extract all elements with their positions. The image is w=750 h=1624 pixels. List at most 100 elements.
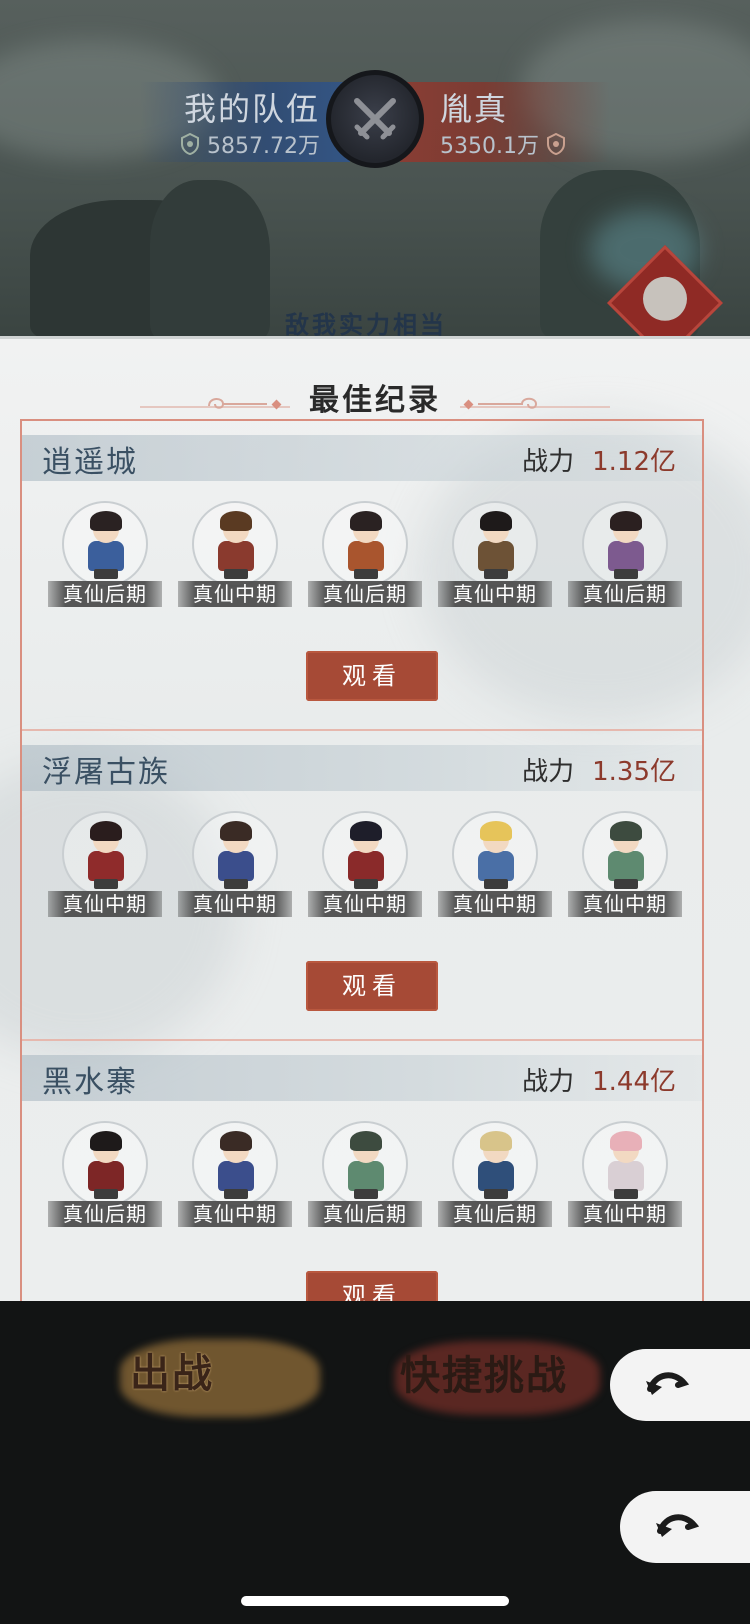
record-opponent-name: 黑水寨 xyxy=(42,1065,138,1100)
hero-rank: 真仙中期 xyxy=(178,891,292,917)
back-arrow-icon xyxy=(646,1372,690,1395)
hero-hair xyxy=(480,511,512,531)
record-power: 战力 1.44亿 xyxy=(522,1061,676,1098)
home-indicator[interactable] xyxy=(241,1596,509,1606)
power-label: 战力 xyxy=(522,757,575,787)
hero-hair xyxy=(220,511,252,531)
hero-slot[interactable]: 真仙后期 xyxy=(434,1121,554,1231)
hero-body xyxy=(348,1161,384,1191)
enemy-team-power: 5350.1万 xyxy=(440,128,565,160)
best-records-dialog: 最佳纪录 逍遥城 战力 1.12亿 真仙后期 真仙中期 真仙后期 真仙中期 真仙… xyxy=(0,336,750,1304)
hero-rank: 真仙后期 xyxy=(308,1201,422,1227)
hero-avatar xyxy=(582,811,668,897)
crossed-swords-icon xyxy=(354,98,396,140)
hero-hair xyxy=(220,821,252,841)
hero-body xyxy=(608,851,644,881)
back-button-secondary[interactable] xyxy=(620,1491,750,1563)
hero-rank: 真仙中期 xyxy=(308,891,422,917)
watch-replay-button[interactable]: 观看 xyxy=(306,961,438,1011)
hero-slot[interactable]: 真仙中期 xyxy=(564,811,684,921)
hero-legs xyxy=(354,569,378,579)
hero-hair xyxy=(350,511,382,531)
hero-avatar xyxy=(452,811,538,897)
power-value: 1.35亿 xyxy=(592,757,676,787)
hero-avatar xyxy=(322,1121,408,1207)
hero-lineup: 真仙后期 真仙中期 xyxy=(22,501,702,611)
hero-rank: 真仙后期 xyxy=(438,1201,552,1227)
hero-body xyxy=(88,851,124,881)
records-list[interactable]: 逍遥城 战力 1.12亿 真仙后期 真仙中期 真仙后期 真仙中期 真仙后期 观看… xyxy=(20,419,704,1303)
hero-rank: 真仙中期 xyxy=(178,581,292,607)
versus-bar: 我的队伍 5857.72万 胤真 5350.1万 xyxy=(140,70,610,170)
dialog-header: 最佳纪录 xyxy=(0,357,750,418)
dialog-title: 最佳纪录 xyxy=(309,383,441,418)
battle-backdrop: 我的队伍 5857.72万 胤真 5350.1万 敌我实力相当 xyxy=(0,0,750,340)
hero-legs xyxy=(614,1189,638,1199)
watch-replay-button[interactable]: 观看 xyxy=(306,1271,438,1303)
my-team-power-value: 5857.72万 xyxy=(207,134,320,159)
hero-legs xyxy=(614,879,638,889)
hero-body xyxy=(478,851,514,881)
hero-rank: 真仙后期 xyxy=(308,581,422,607)
hero-legs xyxy=(354,879,378,889)
hero-body xyxy=(348,541,384,571)
hero-hair xyxy=(610,821,642,841)
hero-body xyxy=(478,541,514,571)
hero-hair xyxy=(350,821,382,841)
hero-slot[interactable]: 真仙后期 xyxy=(44,1121,164,1231)
hero-slot[interactable]: 真仙中期 xyxy=(174,1121,294,1231)
hero-slot[interactable]: 真仙中期 xyxy=(434,811,554,921)
hero-legs xyxy=(614,569,638,579)
my-team-power: 5857.72万 xyxy=(181,128,320,160)
cliff xyxy=(150,180,270,340)
hero-body xyxy=(348,851,384,881)
my-team-name: 我的队伍 xyxy=(183,90,320,128)
hero-avatar xyxy=(62,1121,148,1207)
record-header: 浮屠古族 战力 1.35亿 xyxy=(22,745,702,791)
hero-rank: 真仙中期 xyxy=(48,891,162,917)
power-value: 1.12亿 xyxy=(592,447,676,477)
hero-hair xyxy=(610,1131,642,1151)
hero-avatar xyxy=(582,1121,668,1207)
hero-avatar xyxy=(322,501,408,587)
hero-rank: 真仙中期 xyxy=(568,1201,682,1227)
power-value: 1.44亿 xyxy=(592,1067,676,1097)
hero-legs xyxy=(224,879,248,889)
hero-body xyxy=(218,541,254,571)
hero-body xyxy=(608,1161,644,1191)
hero-slot[interactable]: 真仙后期 xyxy=(44,501,164,611)
strength-caption: 敌我实力相当 xyxy=(285,311,447,339)
hero-slot[interactable]: 真仙后期 xyxy=(564,501,684,611)
hero-body xyxy=(478,1161,514,1191)
power-icon xyxy=(546,133,565,155)
back-arrow-icon xyxy=(656,1514,700,1537)
hero-slot[interactable]: 真仙后期 xyxy=(304,1121,424,1231)
hero-slot[interactable]: 真仙中期 xyxy=(304,811,424,921)
hero-legs xyxy=(94,879,118,889)
hero-hair xyxy=(480,1131,512,1151)
hero-avatar xyxy=(452,1121,538,1207)
hero-hair xyxy=(350,1131,382,1151)
record-card: 逍遥城 战力 1.12亿 真仙后期 真仙中期 真仙后期 真仙中期 真仙后期 观看 xyxy=(22,421,702,731)
hero-body xyxy=(88,1161,124,1191)
hero-slot[interactable]: 真仙中期 xyxy=(174,811,294,921)
enemy-team-name: 胤真 xyxy=(440,90,509,128)
back-button[interactable] xyxy=(610,1349,750,1421)
hero-avatar xyxy=(582,501,668,587)
fight-button[interactable]: 出战 xyxy=(130,1341,310,1411)
watch-replay-button[interactable]: 观看 xyxy=(306,651,438,701)
quick-challenge-button[interactable]: 快捷挑战 xyxy=(400,1343,590,1413)
power-icon xyxy=(181,133,200,155)
hero-slot[interactable]: 真仙中期 xyxy=(434,501,554,611)
hero-slot[interactable]: 真仙中期 xyxy=(174,501,294,611)
hero-hair xyxy=(610,511,642,531)
record-header: 黑水寨 战力 1.44亿 xyxy=(22,1055,702,1101)
hero-slot[interactable]: 真仙后期 xyxy=(304,501,424,611)
hero-rank: 真仙后期 xyxy=(48,581,162,607)
hero-avatar xyxy=(192,811,278,897)
hero-slot[interactable]: 真仙中期 xyxy=(564,1121,684,1231)
hero-avatar xyxy=(62,501,148,587)
hero-avatar xyxy=(452,501,538,587)
hero-slot[interactable]: 真仙中期 xyxy=(44,811,164,921)
hero-hair xyxy=(90,1131,122,1151)
